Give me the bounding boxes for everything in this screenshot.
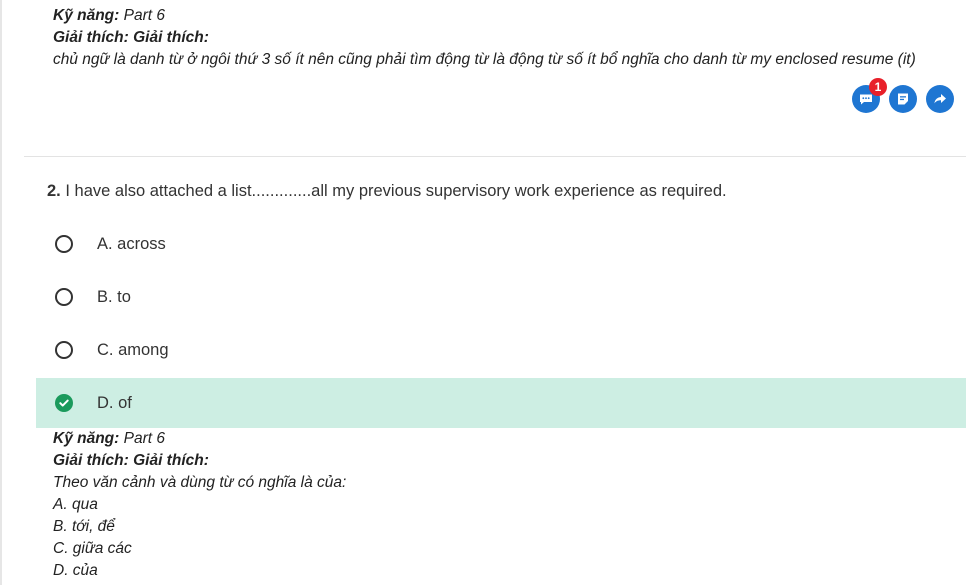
option-label: C. among <box>97 340 169 359</box>
share-button[interactable] <box>926 85 954 113</box>
explain-text: Theo văn cảnh và dùng từ có nghĩa là của… <box>53 474 347 491</box>
explain-label: Giải thích: Giải thích: <box>53 29 209 46</box>
skill-label: Kỹ năng: <box>53 430 120 447</box>
explain-line: Giải thích: Giải thích: <box>53 27 916 49</box>
skill-value: Part 6 <box>123 7 165 24</box>
radio-icon <box>55 235 73 253</box>
comment-count-badge: 1 <box>869 78 887 96</box>
option-label: A. across <box>97 234 166 253</box>
explain-text: C. giữa các <box>53 540 132 557</box>
explain-text: B. tới, để <box>53 518 115 535</box>
action-buttons: 1 <box>852 78 954 113</box>
question-number: 2. <box>47 182 61 200</box>
question-text: 2. I have also attached a list..........… <box>47 182 727 201</box>
option-label: B. to <box>97 287 131 306</box>
skill-line: Kỹ năng: Part 6 <box>53 5 916 27</box>
explain-text: D. của <box>53 562 98 579</box>
option-label: D. of <box>97 393 132 412</box>
explain-text: chủ ngữ là danh từ ở ngôi thứ 3 số ít nê… <box>53 51 916 68</box>
explain-label: Giải thích: Giải thích: <box>53 452 209 469</box>
comment-button[interactable]: 1 <box>852 78 887 113</box>
note-icon <box>898 93 908 105</box>
explain-text: A. qua <box>53 496 98 513</box>
share-icon <box>934 94 946 104</box>
option-b[interactable]: B. to <box>36 272 966 322</box>
radio-icon <box>55 341 73 359</box>
note-button[interactable] <box>889 85 917 113</box>
skill-label: Kỹ năng: <box>53 7 120 24</box>
answer-explanation: Kỹ năng: Part 6 Giải thích: Giải thích: … <box>53 428 346 582</box>
quiz-page: Kỹ năng: Part 6 Giải thích: Giải thích: … <box>0 0 966 585</box>
option-a[interactable]: A. across <box>36 219 966 269</box>
radio-icon <box>55 288 73 306</box>
explain-line: Giải thích: Giải thích: <box>53 450 346 472</box>
option-d-correct[interactable]: D. of <box>36 378 966 428</box>
skill-line: Kỹ năng: Part 6 <box>53 428 346 450</box>
skill-value: Part 6 <box>123 430 165 447</box>
question-divider <box>24 156 966 157</box>
previous-explanation: Kỹ năng: Part 6 Giải thích: Giải thích: … <box>53 5 916 71</box>
option-c[interactable]: C. among <box>36 325 966 375</box>
check-circle-icon <box>55 394 73 412</box>
question-body: I have also attached a list.............… <box>65 182 727 200</box>
